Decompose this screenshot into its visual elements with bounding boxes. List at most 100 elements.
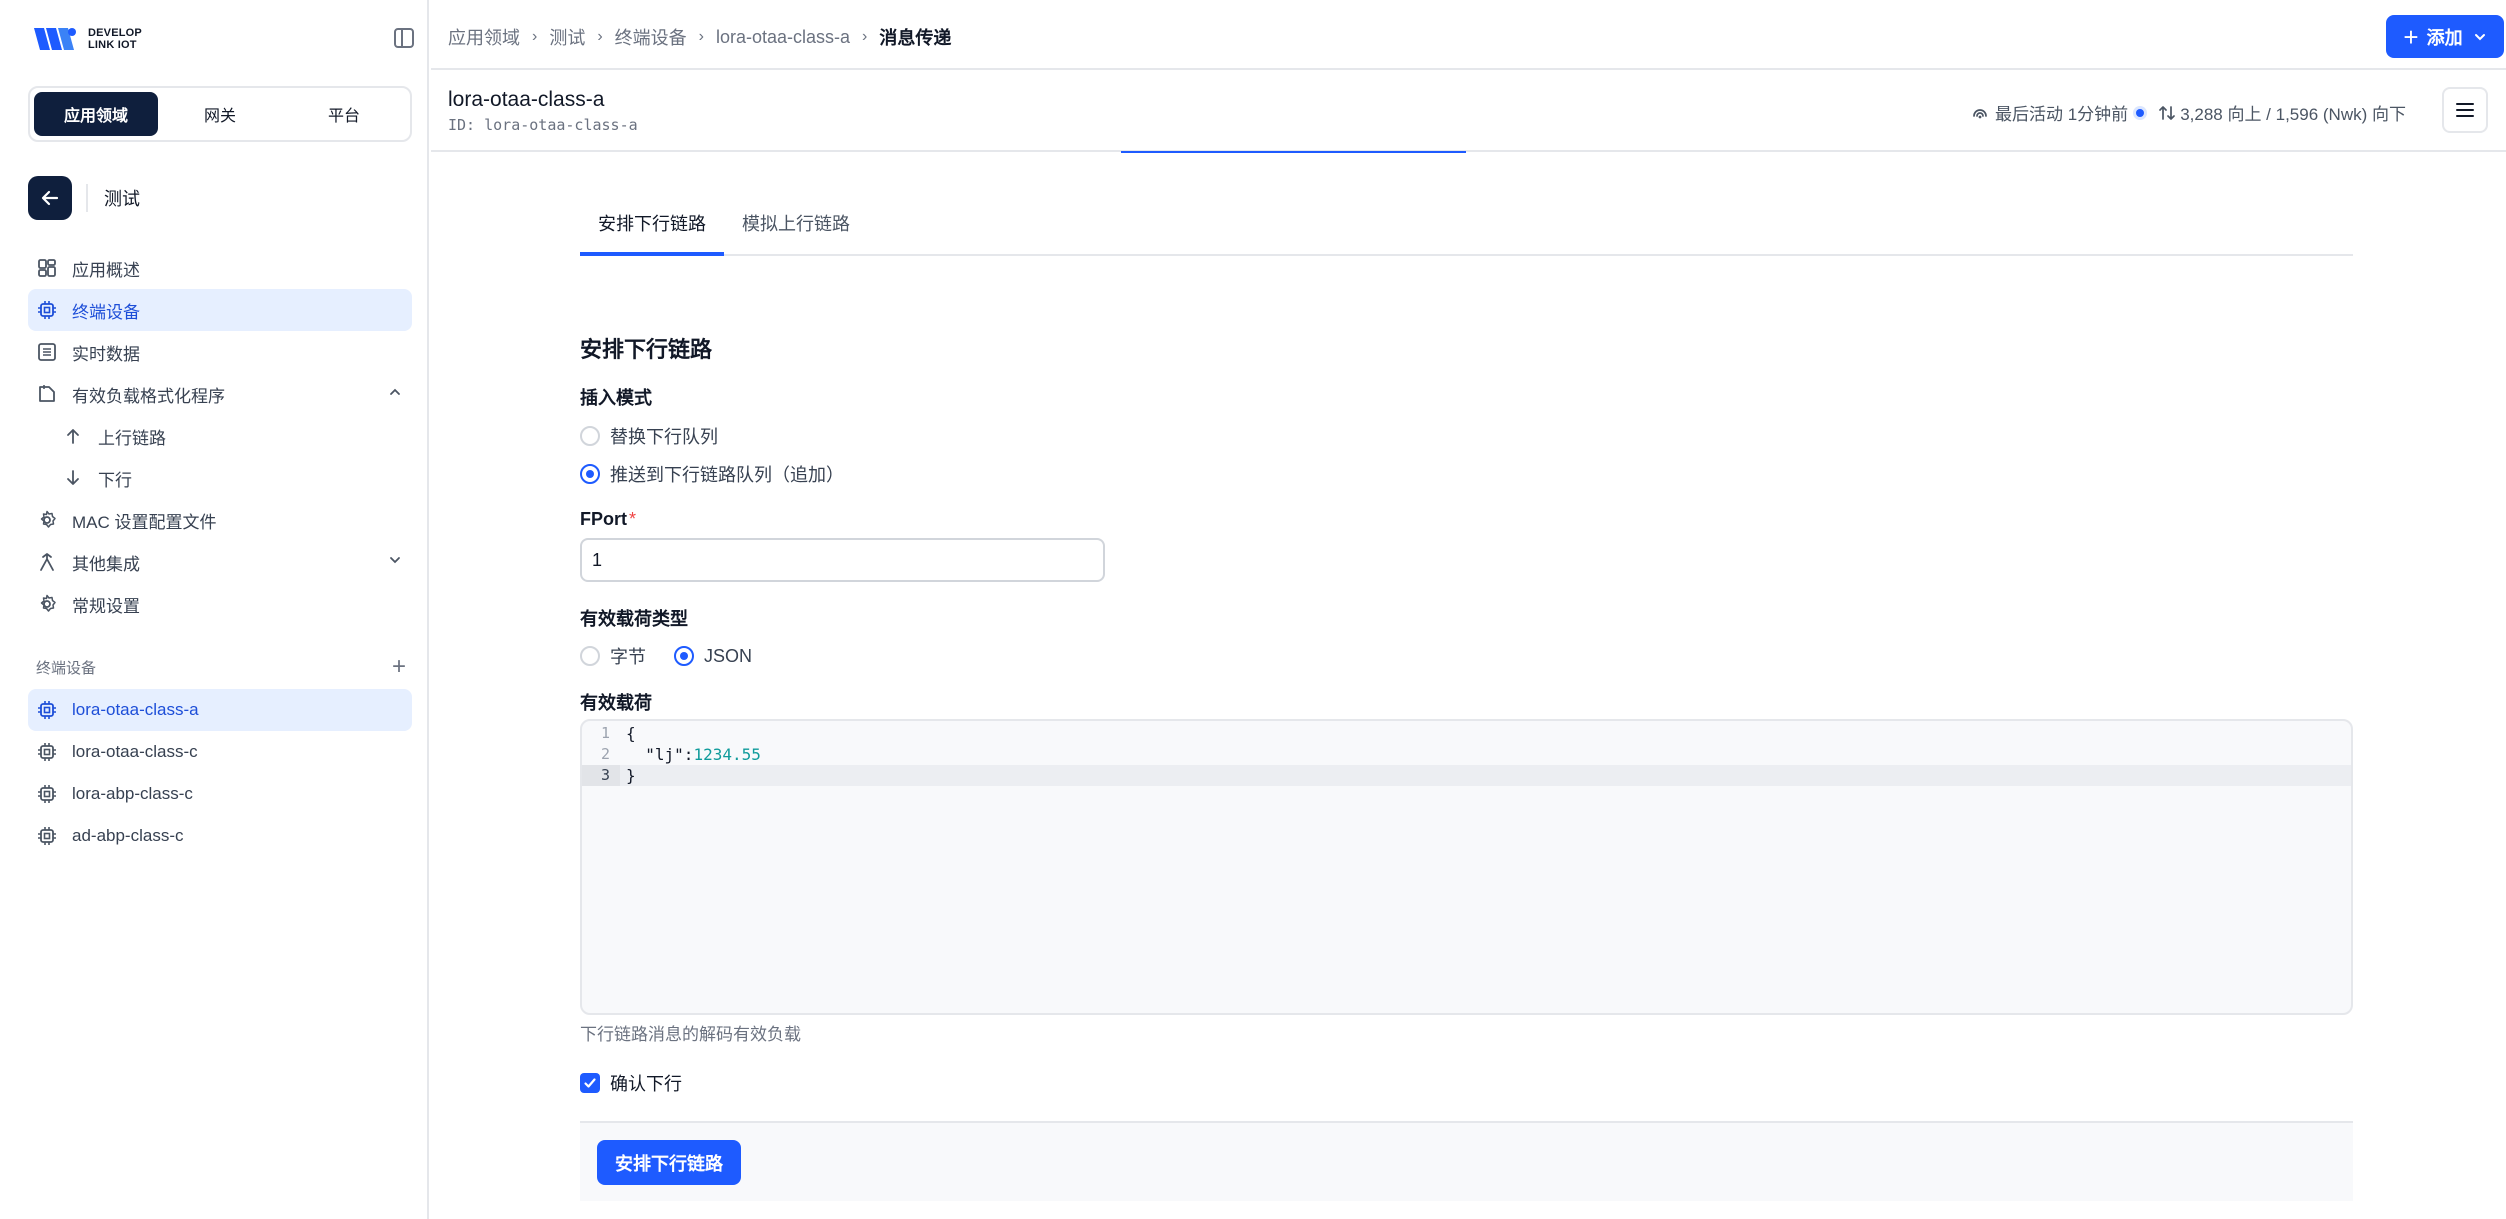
code-line: 1 { (582, 723, 2351, 744)
menu-button[interactable] (2442, 87, 2488, 133)
nav-label: 应用概述 (72, 260, 140, 280)
status-dot (2136, 108, 2145, 117)
traffic-counts: 3,288 向上 / 1,596 (Nwk) 向下 (2180, 105, 2406, 124)
chevron-right-icon: › (862, 28, 868, 45)
tab-schedule-downlink[interactable]: 安排下行链路 (580, 200, 724, 256)
form-footer: 安排下行链路 (580, 1121, 2353, 1201)
chip-icon (36, 299, 58, 321)
add-button[interactable]: + 添加 (2386, 15, 2504, 58)
nav-item-uplink[interactable]: 上行链路 (28, 415, 412, 457)
scope-tab-gateway[interactable]: 网关 (158, 92, 282, 136)
plus-icon: + (2403, 21, 2419, 52)
scope-switcher: 应用领域 网关 平台 (28, 86, 412, 142)
device-stats: 最后活动 1分钟前 3,288 向上 / 1,596 (Nwk) 向下 (1971, 100, 2406, 125)
payload-label: 有效载荷 (580, 693, 652, 713)
payload-type-label: 有效载荷类型 (580, 609, 688, 629)
confirm-checkbox[interactable] (580, 1073, 600, 1093)
sidebar-collapse-icon[interactable] (394, 28, 414, 48)
add-button-label: 添加 (2426, 27, 2463, 48)
nav-item-mac-settings[interactable]: MAC 设置配置文件 (28, 499, 412, 541)
breadcrumb-item[interactable]: 终端设备 (615, 24, 687, 50)
chip-icon (36, 783, 58, 805)
application-nav: 应用概述 终端设备 实时数据 有效负载格式化程序 上行链路 下行 MAC 设置配… (28, 247, 412, 625)
radio-button[interactable] (580, 426, 600, 446)
device-list: lora-otaa-class-a lora-otaa-class-c lora… (28, 689, 412, 857)
arrow-down-icon (62, 467, 84, 489)
nav-item-end-devices[interactable]: 终端设备 (28, 289, 412, 331)
breadcrumb-item[interactable]: 应用领域 (448, 24, 520, 50)
radio-label: 推送到下行链路队列（追加） (610, 465, 844, 485)
nav-label: MAC 设置配置文件 (72, 512, 217, 532)
device-label: lora-otaa-class-c (72, 742, 198, 761)
chevron-right-icon: › (532, 28, 538, 45)
radio-replace-queue[interactable]: 替换下行队列 (580, 423, 718, 449)
code-text: "lj":1234.55 (626, 745, 761, 764)
confirm-downlink-row[interactable]: 确认下行 (580, 1070, 682, 1096)
confirm-label: 确认下行 (610, 1074, 682, 1094)
code-text: { (626, 724, 636, 743)
check-icon (584, 1078, 596, 1088)
radio-bytes[interactable] (580, 646, 600, 666)
back-button[interactable] (28, 176, 72, 220)
required-marker: * (629, 509, 637, 529)
hamburger-icon (2456, 103, 2474, 117)
code-number: 1234.55 (693, 745, 761, 764)
device-header: lora-otaa-class-a ID: lora-otaa-class-a … (431, 72, 2506, 152)
chevron-up-icon[interactable] (388, 385, 402, 399)
chevron-down-icon[interactable] (388, 553, 402, 567)
device-item[interactable]: lora-abp-class-c (28, 773, 412, 815)
radio-label: 字节 (610, 647, 646, 667)
code-line: 2 "lj":1234.55 (582, 744, 2351, 765)
line-number: 3 (582, 765, 620, 786)
code-line-active: 3 } (582, 765, 2351, 786)
devices-section-header: 终端设备 + (36, 652, 406, 682)
nav-item-downlink[interactable]: 下行 (28, 457, 412, 499)
chip-icon (36, 825, 58, 847)
breadcrumb-item[interactable]: lora-otaa-class-a (716, 27, 850, 48)
device-item[interactable]: lora-otaa-class-a (28, 689, 412, 731)
integration-icon (36, 551, 58, 573)
payload-type-options: 字节 JSON (580, 643, 752, 669)
nav-item-integrations[interactable]: 其他集成 (28, 541, 412, 583)
application-header: 测试 (28, 176, 140, 220)
fport-label-text: FPort (580, 509, 627, 529)
schedule-downlink-button[interactable]: 安排下行链路 (597, 1140, 741, 1185)
radio-label: 替换下行队列 (610, 427, 718, 447)
device-label: lora-otaa-class-a (72, 700, 199, 719)
scope-tab-platform[interactable]: 平台 (282, 92, 406, 136)
radio-button-selected[interactable] (580, 464, 600, 484)
radio-push-queue[interactable]: 推送到下行链路队列（追加） (580, 461, 844, 487)
nav-item-general-settings[interactable]: 常规设置 (28, 583, 412, 625)
radio-json[interactable] (674, 646, 694, 666)
device-id: ID: lora-otaa-class-a (448, 116, 638, 134)
breadcrumb-item[interactable]: 测试 (549, 24, 585, 50)
list-icon (36, 341, 58, 363)
brand-line2: LINK IOT (88, 39, 137, 51)
last-activity: 最后活动 1分钟前 (1995, 105, 2129, 124)
brand[interactable]: DEVELOP LINK IOT (32, 24, 142, 54)
form-title: 安排下行链路 (580, 337, 713, 362)
scope-tab-application[interactable]: 应用领域 (34, 92, 158, 136)
device-item[interactable]: ad-abp-class-c (28, 815, 412, 857)
nav-label: 常规设置 (72, 596, 140, 616)
fport-label: FPort * (580, 509, 636, 530)
up-down-arrows-icon (2159, 105, 2176, 120)
payload-code-editor[interactable]: 1 { 2 "lj":1234.55 3 } (580, 719, 2353, 1015)
device-label: ad-abp-class-c (72, 826, 184, 845)
brand-logo-icon (34, 28, 76, 50)
add-device-icon[interactable]: + (392, 655, 406, 679)
insert-mode-label: 插入模式 (580, 388, 652, 408)
code-file-icon (36, 383, 58, 405)
tab-simulate-uplink[interactable]: 模拟上行链路 (724, 200, 868, 256)
nav-label: 有效负载格式化程序 (72, 386, 225, 406)
chip-icon (36, 699, 58, 721)
device-item[interactable]: lora-otaa-class-c (28, 731, 412, 773)
nav-item-overview[interactable]: 应用概述 (28, 247, 412, 289)
nav-item-live-data[interactable]: 实时数据 (28, 331, 412, 373)
fport-input[interactable] (580, 538, 1105, 582)
breadcrumb: 应用领域 › 测试 › 终端设备 › lora-otaa-class-a › 消… (448, 24, 951, 50)
nav-item-payload-formatters[interactable]: 有效负载格式化程序 (28, 373, 412, 415)
chevron-down-icon (2474, 33, 2485, 40)
chip-icon (36, 741, 58, 763)
nav-label: 实时数据 (72, 344, 140, 364)
